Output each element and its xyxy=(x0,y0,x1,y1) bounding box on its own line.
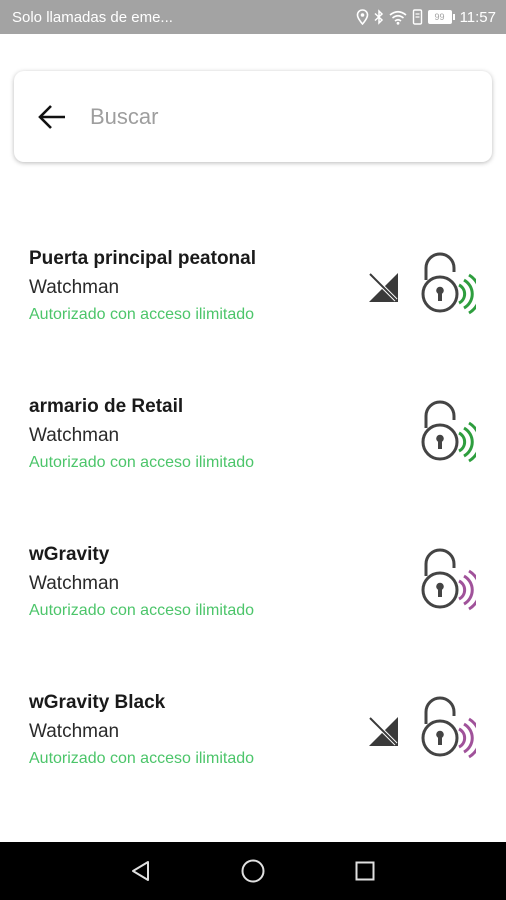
location-icon xyxy=(356,9,368,25)
screen: Solo llamadas de eme... 99 11:57 Buscar … xyxy=(0,0,506,900)
vibrate-icon xyxy=(412,9,422,25)
lock-organization: Watchman xyxy=(29,721,120,742)
carrier-text: Solo llamadas de eme... xyxy=(12,8,173,26)
search-bar xyxy=(14,71,492,162)
back-button[interactable] xyxy=(32,97,72,137)
lock-organization: Watchman xyxy=(29,277,120,298)
list-item[interactable]: Puerta principal peatonal Watchman Autor… xyxy=(0,240,506,388)
recents-icon xyxy=(355,861,375,881)
nav-recents-button[interactable] xyxy=(309,842,421,900)
nav-back-button[interactable] xyxy=(85,842,197,900)
lock-name: Puerta principal peatonal xyxy=(29,248,256,269)
battery-icon: 99 xyxy=(427,10,455,24)
lock-name: wGravity xyxy=(29,544,110,565)
lock-access-status: Autorizado con acceso ilimitado xyxy=(29,454,255,471)
padlock-signal-icon[interactable] xyxy=(414,398,476,464)
wifi-icon xyxy=(389,10,407,25)
lock-list: Puerta principal peatonal Watchman Autor… xyxy=(0,240,506,832)
lock-access-status: Autorizado con acceso ilimitado xyxy=(29,750,255,767)
lock-organization: Watchman xyxy=(29,425,120,446)
lock-name: armario de Retail xyxy=(29,396,184,417)
search-input[interactable] xyxy=(88,95,452,138)
battery-level: 99 xyxy=(427,10,452,24)
no-signal-icon xyxy=(368,716,398,746)
nav-home-button[interactable] xyxy=(197,842,309,900)
home-icon xyxy=(241,859,265,883)
nav-back-icon xyxy=(132,861,149,881)
list-item[interactable]: armario de Retail Watchman Autorizado co… xyxy=(0,388,506,536)
lock-organization: Watchman xyxy=(29,573,120,594)
bluetooth-icon xyxy=(374,9,383,25)
padlock-signal-icon[interactable] xyxy=(414,250,476,316)
padlock-signal-icon[interactable] xyxy=(414,546,476,612)
status-time: 11:57 xyxy=(459,8,496,26)
list-item[interactable]: wGravity Black Watchman Autorizado con a… xyxy=(0,684,506,832)
lock-access-status: Autorizado con acceso ilimitado xyxy=(29,306,255,323)
no-signal-icon xyxy=(368,272,398,302)
status-icons: 99 11:57 xyxy=(356,9,496,26)
lock-access-status: Autorizado con acceso ilimitado xyxy=(29,602,255,619)
navigation-bar xyxy=(0,842,506,900)
status-bar: Solo llamadas de eme... 99 11:57 xyxy=(0,0,506,34)
arrow-back-icon xyxy=(38,104,65,129)
padlock-signal-icon[interactable] xyxy=(414,694,476,760)
lock-name: wGravity Black xyxy=(29,692,166,713)
list-item[interactable]: wGravity Watchman Autorizado con acceso … xyxy=(0,536,506,684)
